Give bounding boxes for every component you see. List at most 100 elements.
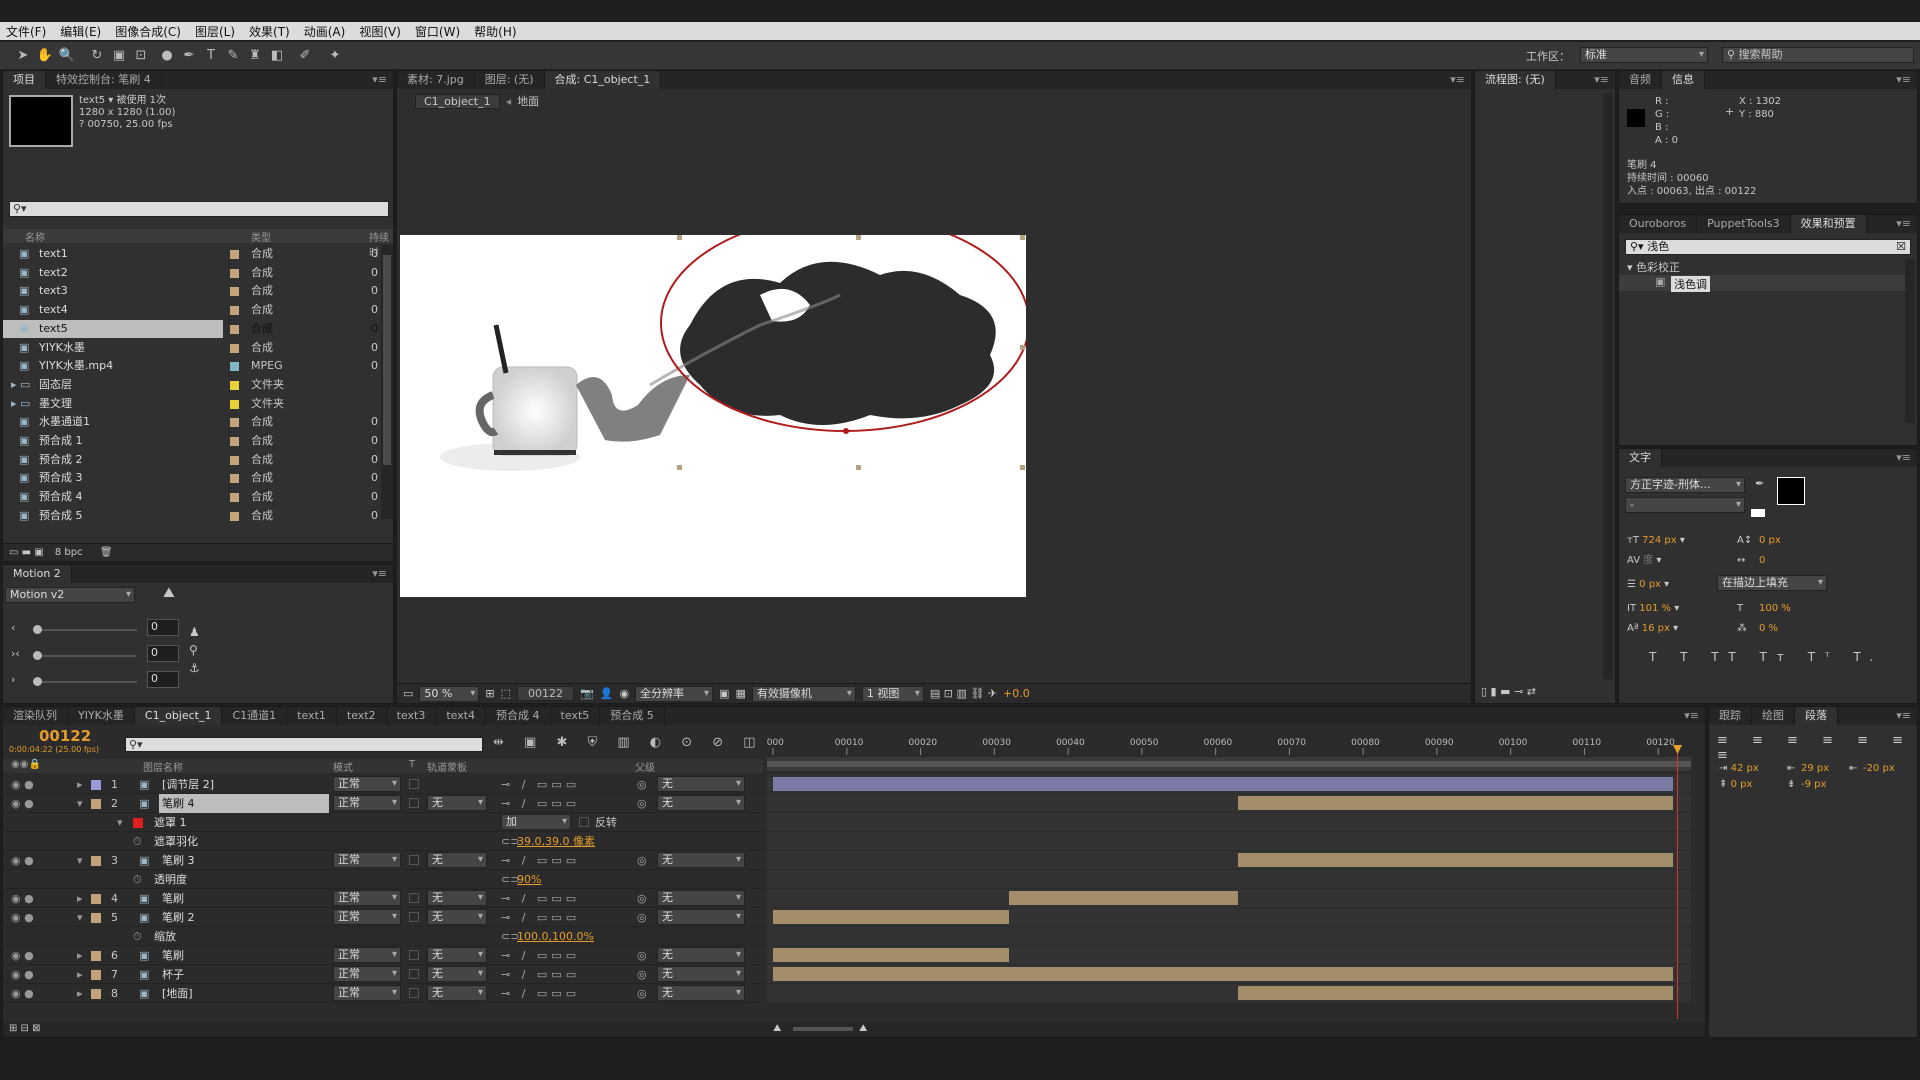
stopwatch-icon[interactable]: ⏱ xyxy=(133,832,142,851)
expand-arrow-icon[interactable]: ▸ xyxy=(77,889,83,908)
label-color[interactable] xyxy=(230,287,239,297)
layer-row[interactable]: ◉ ● ▸ 8 ▣ [地面]正常 无 ⊸ / ▭▭▭ ◎ 无 xyxy=(3,984,763,1003)
preserve-transparency-box[interactable] xyxy=(409,779,419,789)
tab-1[interactable]: YIYK水墨 xyxy=(68,707,135,725)
timeline-search-input[interactable]: ⚲▾ xyxy=(125,737,483,752)
label-color[interactable] xyxy=(230,362,239,372)
space-after-value[interactable]: -9 px xyxy=(1801,777,1826,793)
layer-name[interactable]: [地面] xyxy=(159,984,329,1003)
horizontal-scale-value[interactable]: 100 % xyxy=(1759,599,1791,619)
layer-name[interactable]: 笔刷 2 xyxy=(159,908,329,927)
layer-switches-icons[interactable]: ⊸ / ▭▭▭ xyxy=(501,908,580,927)
current-frame-field[interactable]: 00122 xyxy=(517,686,575,701)
hand-tool-icon[interactable]: ✋ xyxy=(36,47,54,65)
track-matte-dropdown[interactable]: 无 xyxy=(427,890,487,906)
expand-arrow-icon[interactable]: ▾ xyxy=(77,851,83,870)
blend-mode-dropdown[interactable]: 正常 xyxy=(333,852,401,868)
layer-property-row[interactable]: ⏱ 缩放 ⊂⊃ 100.0,100.0% xyxy=(3,927,763,946)
always-preview-icon[interactable]: ▭ xyxy=(403,687,413,700)
motion-preset-dropdown[interactable]: Motion v2 xyxy=(5,587,135,603)
blend-mode-dropdown[interactable]: 正常 xyxy=(333,947,401,963)
label-color[interactable] xyxy=(230,399,239,409)
mask-color-swatch[interactable] xyxy=(133,818,143,828)
layer-label-color[interactable] xyxy=(91,913,101,923)
panel-menu-icon[interactable]: ▾≡ xyxy=(1896,73,1911,86)
font-style-dropdown[interactable]: - xyxy=(1625,497,1745,513)
panel-menu-icon[interactable]: ▾≡ xyxy=(1450,73,1465,86)
panel-menu-icon[interactable]: ▾≡ xyxy=(1896,451,1911,464)
parent-dropdown[interactable]: 无 xyxy=(657,852,745,868)
layer-switches-icons[interactable]: ⊸ / ▭▭▭ xyxy=(501,984,580,1003)
layer-switches-icons[interactable]: ⊸ / ▭▭▭ xyxy=(501,775,580,794)
project-item[interactable]: ▸ ▭ 固态层 文件夹 xyxy=(3,376,381,394)
eye-icon[interactable]: ◉ ● xyxy=(11,965,34,984)
parent-dropdown[interactable]: 无 xyxy=(657,890,745,906)
project-item[interactable]: ▣ YIYK水墨 合成 0 xyxy=(3,339,381,357)
layer-row[interactable]: ◉ ● ▸ 7 ▣ 杯子正常 无 ⊸ / ▭▭▭ ◎ 无 xyxy=(3,965,763,984)
motion-tool-icons[interactable]: ♟ ⚲ ⚓ xyxy=(189,623,201,677)
layer-label-color[interactable] xyxy=(91,970,101,980)
layer-name[interactable]: 杯子 xyxy=(159,965,329,984)
expand-arrow-icon[interactable]: ▾ xyxy=(117,813,123,832)
expand-arrow-icon[interactable]: ▸ xyxy=(77,775,83,794)
project-item[interactable]: ▣ 预合成 2 合成 0 xyxy=(3,451,381,469)
timecode-display[interactable]: 00122 0:00:04:22 (25.00 fps) xyxy=(9,727,125,755)
stamp-tool-icon[interactable]: ♜ xyxy=(246,47,264,65)
layer-property-row[interactable]: ▾ 遮罩 1 加 反转 xyxy=(3,813,763,832)
mask-mode-dropdown[interactable]: 加 xyxy=(501,814,571,830)
eye-icon[interactable]: ◉ ● xyxy=(11,775,34,794)
timeline-zoom-slider[interactable] xyxy=(793,1027,853,1031)
tab-7[interactable]: text4 xyxy=(436,707,487,725)
fill-mode-dropdown[interactable]: 在描边上填充 xyxy=(1717,575,1827,591)
pick-whip-icon[interactable]: ◎ xyxy=(637,965,647,984)
menu-item-0[interactable]: 文件(F) xyxy=(6,23,46,40)
layer-row[interactable]: ◉ ● ▸ 4 ▣ 笔刷正常 无 ⊸ / ▭▭▭ ◎ 无 xyxy=(3,889,763,908)
tab-2[interactable]: 效果和预置 xyxy=(1790,215,1867,233)
layer-name[interactable]: 笔刷 xyxy=(159,889,329,908)
layer-name[interactable]: 透明度 xyxy=(151,870,301,889)
expand-arrow-icon[interactable]: ▸ xyxy=(77,965,83,984)
parent-dropdown[interactable]: 无 xyxy=(657,776,745,792)
pick-whip-icon[interactable]: ◎ xyxy=(637,775,647,794)
layer-label-color[interactable] xyxy=(91,856,101,866)
tab-character[interactable]: 文字 xyxy=(1619,449,1662,467)
menu-item-4[interactable]: 效果(T) xyxy=(249,23,290,40)
layer-name[interactable]: 笔刷 xyxy=(159,946,329,965)
motion-curve-icon[interactable]: ⛰ xyxy=(163,585,175,601)
layer-label-color[interactable] xyxy=(91,780,101,790)
label-color[interactable] xyxy=(230,418,239,428)
layer-duration-bar[interactable] xyxy=(1009,891,1238,905)
views-dropdown[interactable]: 1 视图 xyxy=(861,685,924,702)
layer-label-color[interactable] xyxy=(91,951,101,961)
tab-1[interactable]: 图层: (无) xyxy=(475,71,545,89)
layer-duration-bar[interactable] xyxy=(773,777,1673,791)
menu-item-7[interactable]: 窗口(W) xyxy=(415,23,460,40)
layer-label-color[interactable] xyxy=(91,894,101,904)
show-snapshot-icon[interactable]: 👤 xyxy=(600,687,614,700)
tab-motion[interactable]: Motion 2 xyxy=(3,565,72,583)
selection-tool-icon[interactable]: ➤ xyxy=(14,47,32,65)
preserve-transparency-box[interactable] xyxy=(409,969,419,979)
mask-visibility-icon[interactable]: ⬚ xyxy=(501,687,511,700)
pan-behind-tool-icon[interactable]: ⊡ xyxy=(132,47,150,65)
exposure-value[interactable]: +0.0 xyxy=(1003,687,1030,700)
layer-label-color[interactable] xyxy=(91,799,101,809)
timeline-switch-icons[interactable]: ⇹ ▣ ✱ ⛨ ▥ ◐ ⊙ ⊘ ◫ xyxy=(493,735,764,750)
leading-value[interactable]: 0 px xyxy=(1759,531,1781,551)
timecode[interactable]: 00122 xyxy=(9,727,125,745)
blend-mode-dropdown[interactable]: 正常 xyxy=(333,795,401,811)
grid-icon[interactable]: ⊞ xyxy=(485,687,494,700)
layer-name[interactable]: 笔刷 4 xyxy=(159,794,329,813)
project-item[interactable]: ▣ text1 合成 0 xyxy=(3,245,381,263)
inverted-checkbox[interactable] xyxy=(579,817,589,827)
motion-slider-thumb[interactable] xyxy=(33,651,42,660)
blend-mode-dropdown[interactable]: 正常 xyxy=(333,890,401,906)
stopwatch-icon[interactable]: ⏱ xyxy=(133,927,142,946)
eyedropper-icon[interactable]: ✒ xyxy=(1755,477,1764,490)
fill-color-swatch[interactable] xyxy=(1777,477,1805,505)
blend-mode-dropdown[interactable]: 正常 xyxy=(333,966,401,982)
label-color[interactable] xyxy=(230,493,239,503)
tab-9[interactable]: text5 xyxy=(551,707,601,725)
menu-item-8[interactable]: 帮助(H) xyxy=(474,23,516,40)
baseline-shift-value[interactable]: 16 px xyxy=(1642,623,1670,634)
